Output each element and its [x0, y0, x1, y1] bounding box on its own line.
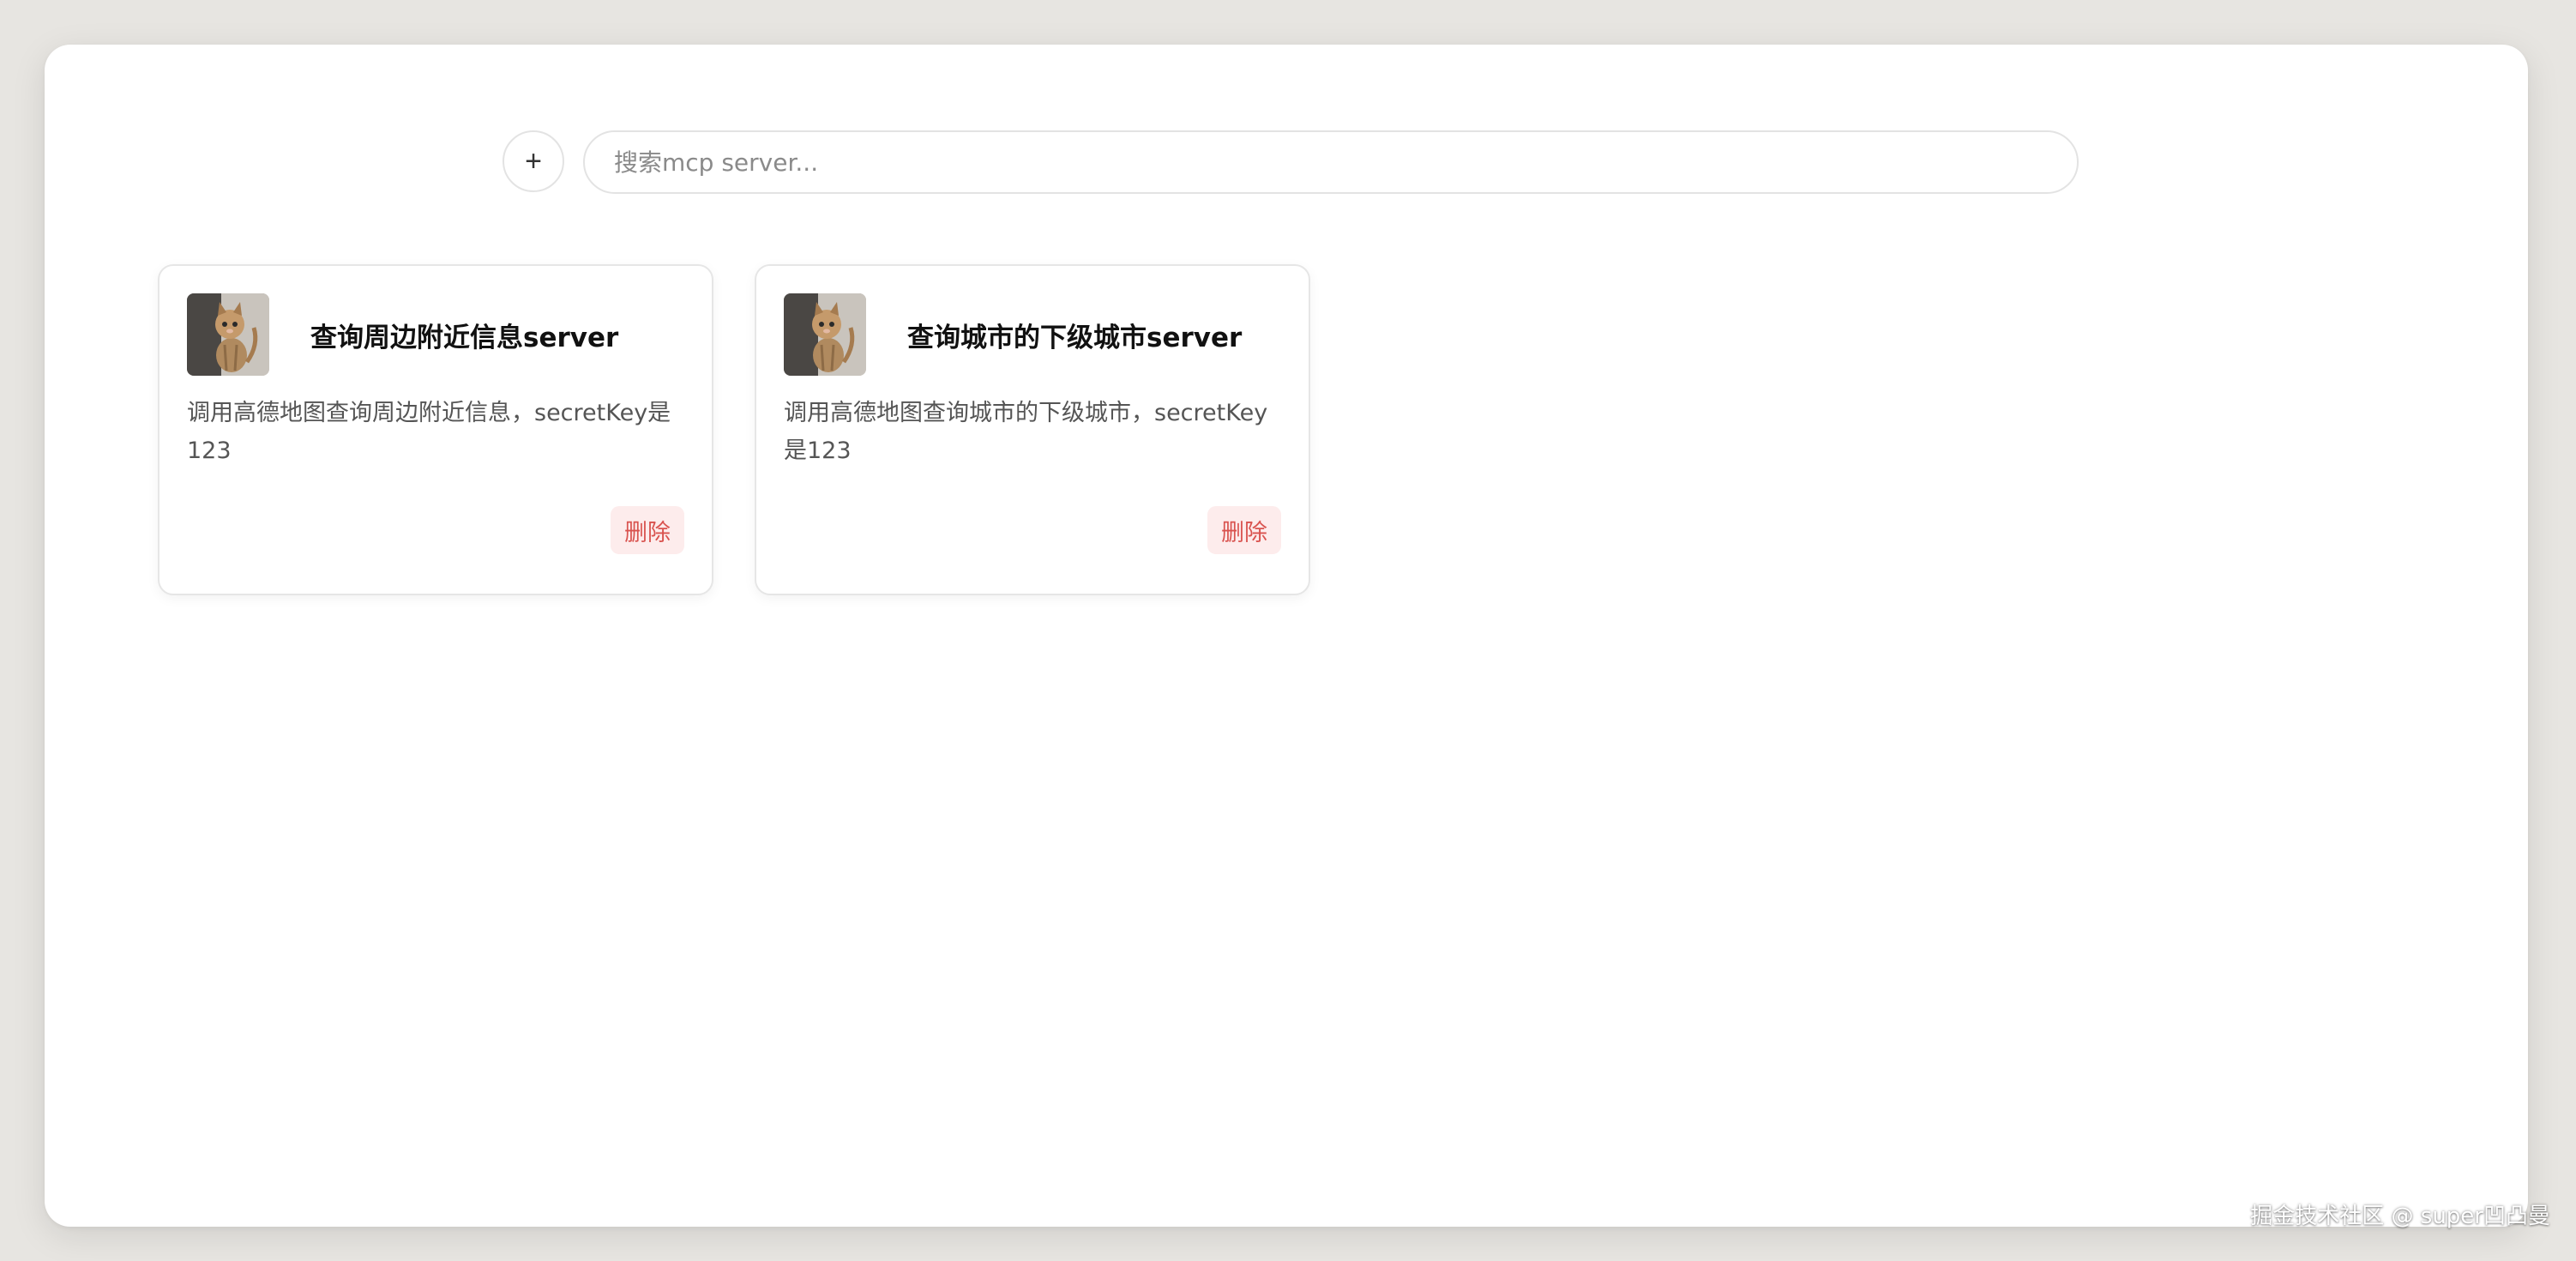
- server-title: 查询城市的下级城市server: [907, 323, 1243, 353]
- search-input[interactable]: [612, 147, 2049, 178]
- kitten-avatar-icon: [784, 293, 866, 376]
- watermark-text: 掘金技术社区 @ super凹凸曼: [2250, 1204, 2550, 1229]
- server-card[interactable]: 查询周边附近信息server 调用高德地图查询周边附近信息，secretKey是…: [158, 264, 713, 595]
- server-card[interactable]: 查询城市的下级城市server 调用高德地图查询城市的下级城市，secretKe…: [755, 264, 1310, 595]
- delete-button[interactable]: 删除: [611, 506, 684, 554]
- main-panel: + 查询周边附近信息server 调用高德地图查询周边附近信息，secretKe…: [45, 45, 2528, 1227]
- add-server-button[interactable]: +: [503, 130, 564, 192]
- delete-button[interactable]: 删除: [1207, 506, 1281, 554]
- server-title: 查询周边附近信息server: [310, 323, 619, 353]
- server-description: 调用高德地图查询周边附近信息，secretKey是123: [187, 400, 671, 464]
- search-bar[interactable]: [583, 130, 2079, 194]
- server-description: 调用高德地图查询城市的下级城市，secretKey是123: [784, 400, 1268, 464]
- kitten-avatar-icon: [187, 293, 269, 376]
